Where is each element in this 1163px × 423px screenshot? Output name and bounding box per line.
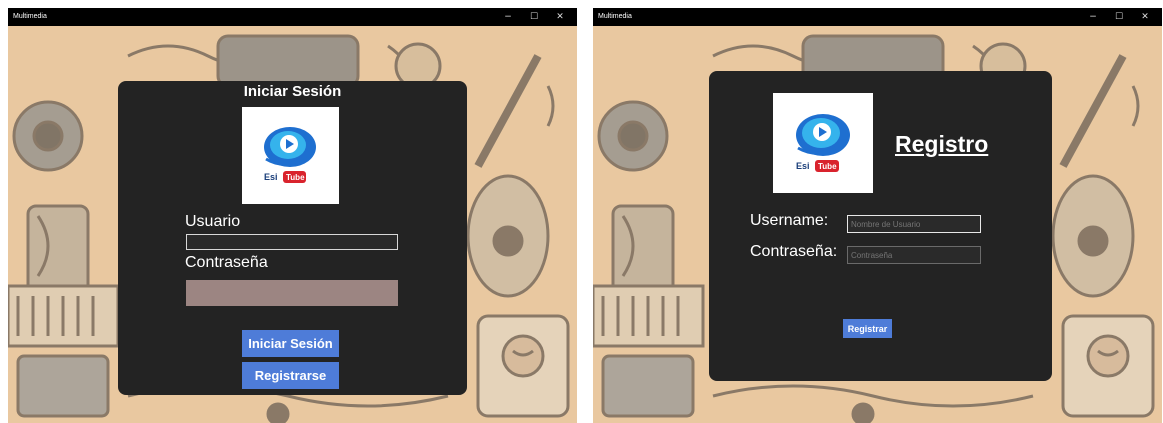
esitube-logo: Esi Tube bbox=[773, 93, 873, 193]
password-label: Contraseña: bbox=[750, 243, 838, 260]
title-bar[interactable]: Multimedia − ☐ ✕ bbox=[8, 8, 577, 26]
login-panel: Iniciar Sesión Esi Tube Usuario Contrase… bbox=[118, 81, 467, 395]
username-label: Username: bbox=[750, 212, 829, 229]
password-field[interactable] bbox=[847, 246, 981, 264]
close-button[interactable]: ✕ bbox=[1132, 8, 1158, 26]
password-field[interactable] bbox=[186, 280, 398, 306]
maximize-button[interactable]: ☐ bbox=[1106, 8, 1132, 26]
minimize-button[interactable]: − bbox=[1080, 8, 1106, 26]
esitube-logo: Esi Tube bbox=[242, 107, 339, 204]
close-button[interactable]: ✕ bbox=[547, 8, 573, 26]
register-link-button[interactable]: Registrarse bbox=[242, 362, 339, 389]
title-bar[interactable]: Multimedia − ☐ ✕ bbox=[593, 8, 1162, 26]
username-field[interactable] bbox=[847, 215, 981, 233]
maximize-button[interactable]: ☐ bbox=[521, 8, 547, 26]
password-label: Contraseña bbox=[185, 254, 268, 271]
register-panel: Esi Tube Registro Username: Contraseña: … bbox=[709, 71, 1052, 381]
logo-text-tube: Tube bbox=[818, 162, 837, 171]
logo-text-esi: Esi bbox=[796, 161, 810, 171]
minimize-button[interactable]: − bbox=[495, 8, 521, 26]
register-window: Multimedia − ☐ ✕ Esi Tube Registro Usern… bbox=[593, 8, 1162, 423]
login-heading: Iniciar Sesión bbox=[243, 83, 342, 100]
window-title: Multimedia bbox=[598, 13, 632, 20]
register-heading: Registro bbox=[895, 131, 989, 157]
username-field[interactable] bbox=[186, 234, 398, 250]
username-label: Usuario bbox=[185, 213, 241, 230]
register-button[interactable]: Registrar bbox=[843, 319, 892, 338]
login-button[interactable]: Iniciar Sesión bbox=[242, 330, 339, 357]
login-window: Multimedia − ☐ ✕ Iniciar Sesión Esi Tube… bbox=[8, 8, 577, 423]
logo-text-esi: Esi bbox=[264, 172, 278, 182]
window-title: Multimedia bbox=[13, 13, 47, 20]
logo-text-tube: Tube bbox=[286, 173, 305, 182]
